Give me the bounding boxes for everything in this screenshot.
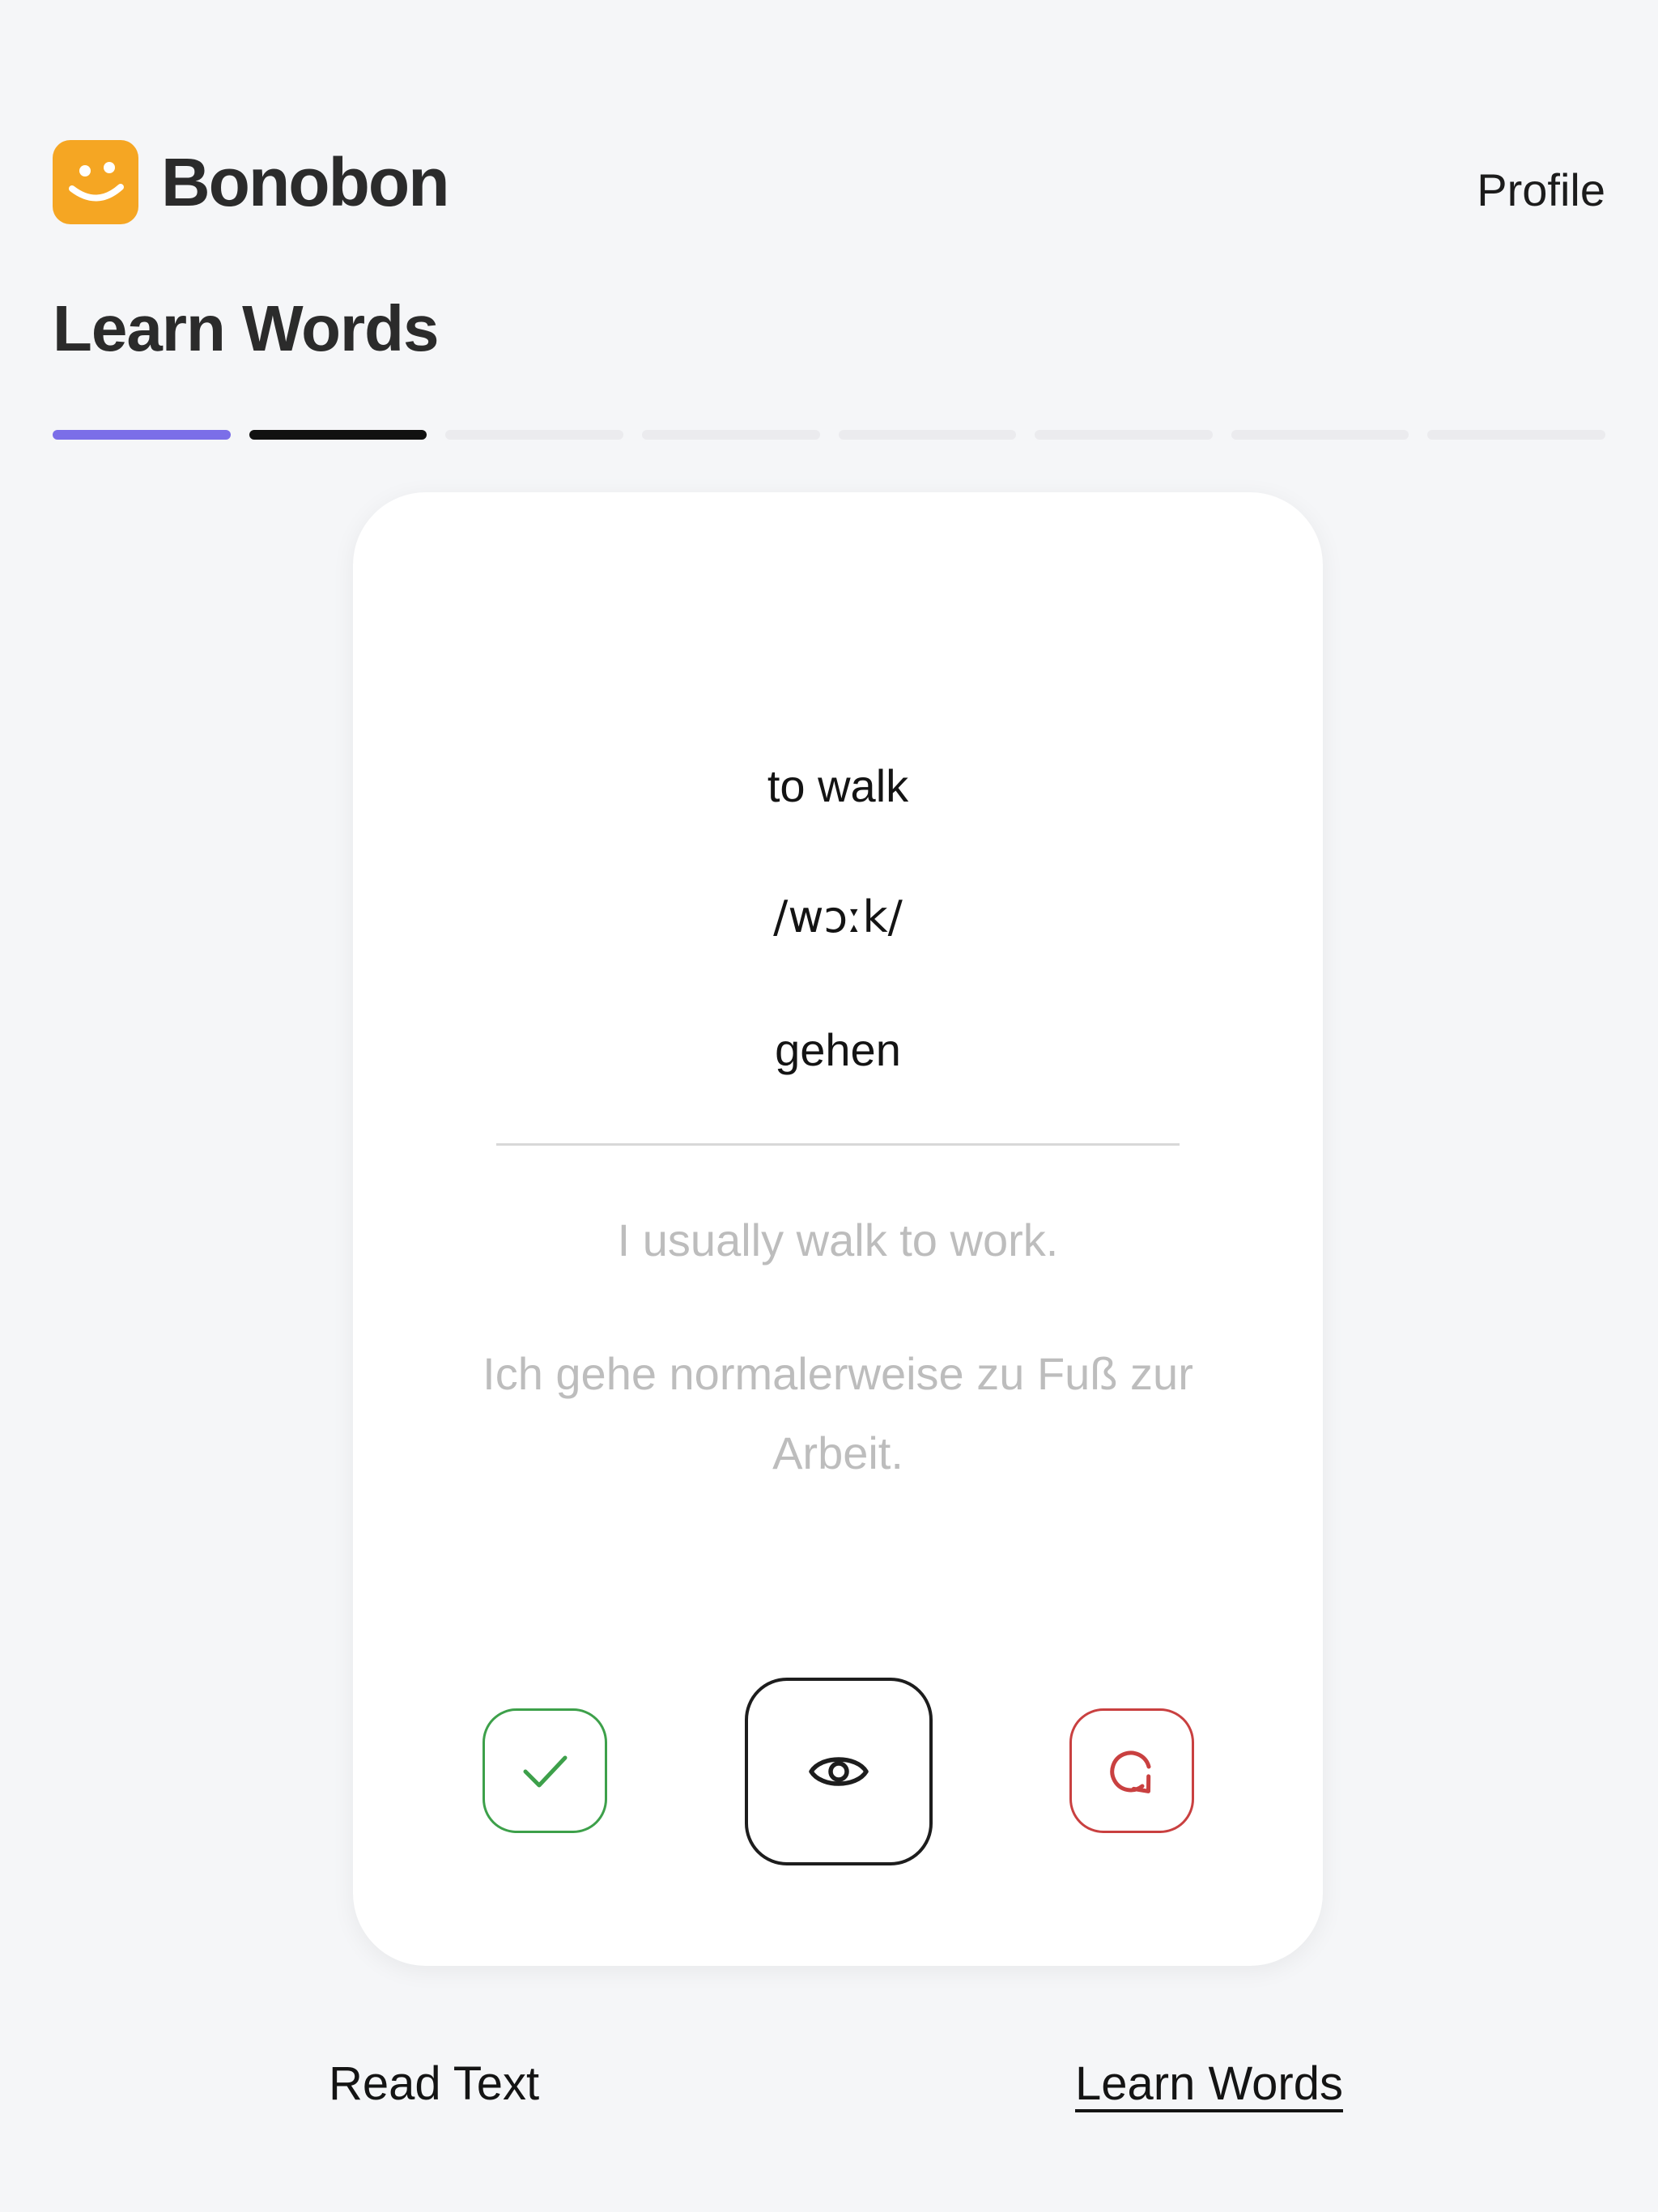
profile-link[interactable]: Profile bbox=[1477, 164, 1605, 216]
progress-segment-6 bbox=[1035, 430, 1213, 440]
brand-logo[interactable]: Bonobon bbox=[53, 139, 450, 225]
reveal-button[interactable] bbox=[745, 1678, 933, 1865]
mark-known-button[interactable] bbox=[483, 1708, 607, 1833]
app-header: Bonobon Profile bbox=[53, 139, 1605, 225]
brand-name: Bonobon bbox=[161, 143, 450, 220]
lesson-progress-bar bbox=[53, 430, 1605, 440]
progress-segment-5 bbox=[838, 430, 1017, 440]
smiley-face-icon bbox=[53, 140, 138, 224]
repeat-later-button[interactable] bbox=[1069, 1708, 1194, 1833]
nav-learn-words[interactable]: Learn Words bbox=[1075, 2057, 1343, 2111]
check-icon bbox=[523, 1755, 568, 1788]
progress-segment-2 bbox=[249, 430, 427, 440]
page-title: Learn Words bbox=[53, 292, 439, 364]
progress-segment-4 bbox=[641, 430, 820, 440]
example-sentence-english: I usually walk to work. bbox=[617, 1214, 1059, 1266]
card-divider bbox=[496, 1143, 1180, 1146]
eye-icon bbox=[809, 1757, 869, 1786]
progress-segment-1 bbox=[53, 430, 231, 440]
bottom-navigation: Read Text Learn Words bbox=[0, 2057, 1658, 2121]
progress-segment-3 bbox=[445, 430, 623, 440]
flashcard: to walk /wɔːk/ gehen I usually walk to w… bbox=[353, 492, 1323, 1966]
example-sentence-german: Ich gehe normalerweise zu Fuß zur Arbeit… bbox=[483, 1348, 1193, 1478]
nav-read-text[interactable]: Read Text bbox=[329, 2057, 539, 2111]
word-text: to walk bbox=[767, 760, 909, 811]
pronunciation-text: /wɔːk/ bbox=[773, 891, 903, 942]
progress-segment-8 bbox=[1427, 430, 1605, 440]
repeat-arrow-icon bbox=[1110, 1750, 1151, 1793]
progress-segment-7 bbox=[1231, 430, 1409, 440]
translation-text: gehen bbox=[775, 1024, 901, 1075]
